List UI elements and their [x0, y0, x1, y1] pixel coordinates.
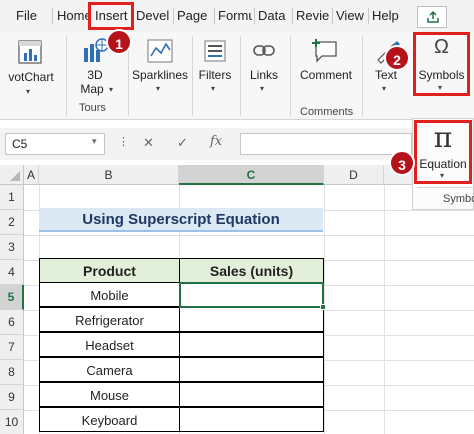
comment-label: Comment	[299, 68, 352, 82]
share-button[interactable]	[417, 6, 447, 28]
sparklines-button[interactable]: Sparklines ▾	[130, 32, 190, 120]
comment-icon	[312, 39, 337, 63]
row-header[interactable]: 8	[0, 360, 24, 385]
group-divider	[362, 36, 363, 116]
chevron-down-icon: ▾	[260, 84, 265, 93]
sparklines-label: Sparklines	[131, 68, 189, 82]
equation-button[interactable]	[414, 120, 472, 184]
tab-data[interactable]: Data	[258, 4, 288, 28]
more-options-icon: ⋮	[118, 136, 129, 148]
tab-file[interactable]: File	[16, 4, 44, 28]
comment-button[interactable]: Comment	[293, 32, 359, 100]
active-cell-c5[interactable]	[179, 282, 324, 308]
pivotchart-label: votChart	[8, 70, 54, 84]
step-badge-3: 3	[389, 150, 415, 176]
pivotchart-icon	[18, 40, 42, 64]
table-cell-sales[interactable]	[179, 357, 324, 382]
formula-input[interactable]	[240, 133, 412, 155]
ribbon-tab-bar: File Home Insert Devel Page Formu Data R…	[0, 0, 474, 32]
chevron-down-icon: ▾	[156, 84, 161, 93]
fill-handle[interactable]	[320, 304, 326, 310]
group-divider	[192, 36, 193, 116]
chevron-down-icon[interactable]: ▾	[92, 136, 97, 147]
column-header-selected[interactable]: C	[179, 165, 324, 185]
column-header[interactable]: B	[39, 165, 179, 185]
links-button[interactable]: Links ▾	[242, 32, 286, 120]
filter-icon	[204, 40, 226, 62]
tab-review[interactable]: Revie	[296, 4, 330, 28]
table-cell-product[interactable]: Keyboard	[39, 407, 180, 432]
tab-divider	[368, 8, 369, 24]
chevron-down-icon: ▾	[382, 84, 387, 93]
table-cell-sales[interactable]	[179, 407, 324, 432]
row-header[interactable]: 2	[0, 210, 24, 235]
table-cell-product[interactable]: Refrigerator	[39, 307, 180, 332]
divider	[417, 187, 473, 188]
table-cell-product[interactable]: Camera	[39, 357, 180, 382]
table-cell-product[interactable]: Headset	[39, 332, 180, 357]
tab-divider	[52, 8, 53, 24]
tab-page-layout[interactable]: Page	[177, 4, 211, 28]
insert-function-icon[interactable]: fx	[210, 134, 222, 149]
links-label: Links	[249, 68, 278, 82]
column-header[interactable]: D	[324, 165, 384, 185]
tab-divider	[332, 8, 333, 24]
step-badge-2: 2	[384, 45, 410, 71]
group-divider	[66, 36, 67, 116]
pivotchart-button[interactable]: votChart ▾	[0, 32, 62, 120]
tab-divider	[292, 8, 293, 24]
chevron-down-icon: ▾	[109, 85, 114, 94]
filters-label: Filters	[198, 68, 232, 82]
name-box[interactable]: C5	[5, 133, 105, 155]
sheet-title[interactable]: Using Superscript Equation	[39, 208, 323, 232]
row-header[interactable]: 6	[0, 310, 24, 335]
link-icon	[253, 45, 275, 56]
symbols-group-label: Symbo	[443, 193, 474, 205]
chevron-down-icon: ▾	[26, 87, 31, 96]
tab-divider	[214, 8, 215, 24]
3d-map-label: 3D	[87, 68, 103, 82]
filters-button[interactable]: Filters ▾	[194, 32, 236, 120]
column-header[interactable]: A	[24, 165, 39, 185]
enter-icon[interactable]: ✓	[177, 135, 188, 151]
tab-divider	[254, 8, 255, 24]
group-divider	[290, 36, 291, 116]
table-cell-sales[interactable]	[179, 307, 324, 332]
table-cell-product[interactable]: Mouse	[39, 382, 180, 407]
row-header[interactable]: 1	[0, 185, 24, 210]
insert-tab-highlight	[88, 2, 134, 30]
table-header-product[interactable]: Product	[39, 258, 180, 283]
table-cell-product[interactable]: Mobile	[39, 282, 180, 307]
tab-divider	[173, 8, 174, 24]
tab-developer[interactable]: Devel	[136, 4, 172, 28]
cancel-icon[interactable]: ✕	[143, 135, 154, 151]
sparklines-icon	[147, 39, 173, 63]
step-badge-1: 1	[106, 29, 132, 55]
table-cell-sales[interactable]	[179, 382, 324, 407]
tab-help[interactable]: Help	[372, 4, 404, 28]
row-header-selected[interactable]: 5	[0, 285, 24, 310]
row-header[interactable]: 7	[0, 335, 24, 360]
select-all-corner[interactable]	[0, 165, 24, 185]
tours-group-label: Tours	[79, 102, 106, 114]
table-header-sales[interactable]: Sales (units)	[179, 258, 324, 283]
share-icon	[427, 10, 439, 23]
table-cell-sales[interactable]	[179, 332, 324, 357]
symbols-highlight	[413, 32, 470, 96]
comments-group-label: Comments	[300, 106, 354, 118]
row-header[interactable]: 10	[0, 410, 24, 434]
group-divider	[240, 36, 241, 116]
3d-map-label-line2: Map	[80, 82, 104, 96]
tab-formulas[interactable]: Formu	[218, 4, 252, 28]
row-header[interactable]: 4	[0, 260, 24, 285]
row-header[interactable]: 3	[0, 235, 24, 260]
gridline	[24, 235, 474, 236]
tab-home[interactable]: Home	[57, 4, 89, 28]
chevron-down-icon: ▾	[211, 84, 216, 93]
excel-window: File Home Insert Devel Page Formu Data R…	[0, 0, 474, 434]
tab-view[interactable]: View	[336, 4, 366, 28]
ribbon: votChart ▾ 3D Map ▾ Tours Sparklines ▾ F…	[0, 32, 474, 120]
row-header[interactable]: 9	[0, 385, 24, 410]
select-all-icon	[10, 171, 20, 181]
